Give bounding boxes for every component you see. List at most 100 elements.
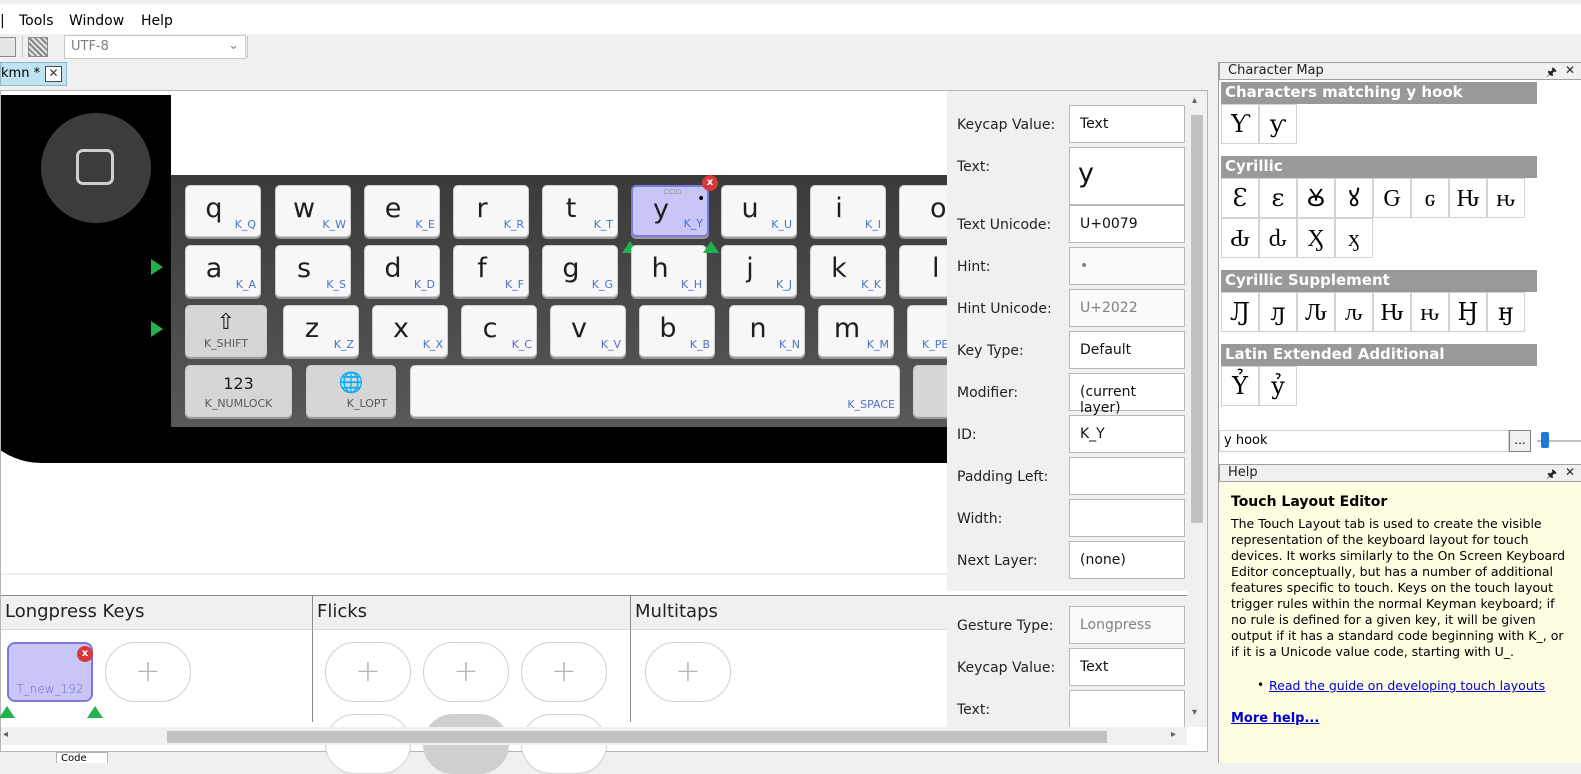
key-x[interactable]: x K_X: [372, 305, 448, 357]
key-k[interactable]: k K_K: [810, 245, 886, 297]
charmap-cell[interactable]: ӈ: [1487, 292, 1525, 332]
key-u[interactable]: u K_U: [721, 185, 797, 237]
charmap-cell[interactable]: Ԋ: [1449, 178, 1487, 218]
key-shift[interactable]: ⇧ K_SHIFT: [185, 305, 267, 357]
add-flick-button[interactable]: +: [423, 642, 509, 702]
charmap-cell[interactable]: Ԉ: [1297, 292, 1335, 332]
slider-knob[interactable]: [1541, 432, 1549, 448]
close-icon[interactable]: ✕: [45, 66, 62, 82]
charmap-cell[interactable]: Ԑ: [1221, 178, 1259, 218]
charmap-cell[interactable]: ӽ: [1335, 218, 1373, 258]
charmap-cell[interactable]: Ӽ: [1297, 218, 1335, 258]
charmap-cell[interactable]: Ƴ: [1221, 104, 1259, 144]
scroll-right-icon[interactable]: ▸: [1171, 729, 1176, 740]
pin-icon[interactable]: 🖈: [1546, 465, 1557, 486]
properties-vscrollbar[interactable]: ▴ ▾: [1187, 91, 1207, 727]
gesture-type-input[interactable]: Longpress: [1069, 606, 1185, 644]
id-input[interactable]: K_Y: [1069, 415, 1185, 453]
key-f[interactable]: f K_F: [453, 245, 529, 297]
charmap-cell[interactable]: Ỷ: [1221, 366, 1259, 406]
key-c[interactable]: c K_C: [461, 305, 537, 357]
charmap-cell[interactable]: Ԋ: [1373, 292, 1411, 332]
key-h[interactable]: h K_H: [631, 245, 707, 297]
add-key-icon[interactable]: [703, 241, 719, 253]
key-t[interactable]: t K_T: [542, 185, 618, 237]
key-numlock[interactable]: 123 K_NUMLOCK: [185, 365, 292, 417]
key-r[interactable]: r K_R: [453, 185, 529, 237]
key-l[interactable]: l: [899, 245, 947, 297]
delete-key-icon[interactable]: x: [702, 175, 718, 191]
pin-icon[interactable]: 🖈: [1546, 63, 1557, 84]
charmap-browse-button[interactable]: ...: [1509, 430, 1531, 452]
key-i[interactable]: i K_I: [810, 185, 886, 237]
charmap-cell[interactable]: ƴ: [1259, 104, 1297, 144]
charmap-cell[interactable]: ԓ: [1259, 292, 1297, 332]
window-icon[interactable]: [0, 37, 16, 57]
key-n[interactable]: n K_N: [729, 305, 805, 357]
editor-hscrollbar[interactable]: ◂ ▸: [1, 727, 1187, 745]
add-row-icon[interactable]: [151, 259, 163, 275]
canvas-hscrollbar[interactable]: ◂ ▸: [1, 573, 947, 575]
key-period[interactable]: K_PE: [907, 305, 947, 357]
key-z[interactable]: z K_Z: [283, 305, 359, 357]
width-input[interactable]: [1069, 499, 1185, 537]
hint-input[interactable]: •: [1069, 247, 1185, 285]
add-flick-button[interactable]: +: [521, 642, 607, 702]
charmap-cell[interactable]: Ԍ: [1373, 178, 1411, 218]
file-tab[interactable]: kmn * ✕: [0, 62, 67, 86]
scroll-down-icon[interactable]: ▾: [1192, 707, 1197, 718]
close-icon[interactable]: ✕: [1565, 465, 1575, 479]
menu-item-tools[interactable]: Tools: [19, 13, 54, 29]
charmap-cell[interactable]: ỷ: [1259, 366, 1297, 406]
add-key-icon[interactable]: [87, 706, 103, 718]
text-unicode-input[interactable]: U+0079: [1069, 205, 1185, 243]
key-a[interactable]: a K_A: [185, 245, 261, 297]
charmap-cell[interactable]: ԍ: [1411, 178, 1449, 218]
modifier-select[interactable]: (current layer): [1069, 373, 1185, 416]
key-v[interactable]: v K_V: [550, 305, 626, 357]
key-lopt[interactable]: 🌐 K_LOPT: [306, 365, 396, 417]
add-flick-button[interactable]: +: [325, 642, 411, 702]
key-y-selected[interactable]: ▫▫▫ y K_Y •: [631, 185, 709, 237]
add-longpress-button[interactable]: +: [105, 642, 191, 702]
charmap-cell[interactable]: Ӈ: [1449, 292, 1487, 332]
key-j[interactable]: j K_J: [721, 245, 797, 297]
key-d[interactable]: d K_D: [364, 245, 440, 297]
charmap-cell[interactable]: Ԃ: [1221, 218, 1259, 258]
scroll-thumb[interactable]: [167, 731, 1107, 743]
charmap-cell[interactable]: ԋ: [1411, 292, 1449, 332]
add-multitap-button[interactable]: +: [645, 642, 731, 702]
key-type-select[interactable]: Default: [1069, 331, 1185, 369]
add-key-icon[interactable]: [0, 706, 15, 718]
key-g[interactable]: g K_G: [542, 245, 618, 297]
gesture-keycap-select[interactable]: Text: [1069, 648, 1185, 686]
hint-unicode-input[interactable]: U+2022: [1069, 289, 1185, 327]
key-e[interactable]: e K_E: [364, 185, 440, 237]
key-b[interactable]: b K_B: [639, 305, 715, 357]
charmap-search-input[interactable]: y hook: [1219, 430, 1509, 452]
key-w[interactable]: w K_W: [275, 185, 351, 237]
add-row-icon[interactable]: [151, 321, 163, 337]
more-help-link[interactable]: More help...: [1231, 711, 1319, 726]
charmap-zoom-slider[interactable]: [1537, 430, 1581, 452]
key-m[interactable]: m K_M: [818, 305, 894, 357]
encoding-select[interactable]: UTF-8 ⌄: [64, 35, 246, 59]
charmap-cell[interactable]: Ꙋ: [1297, 178, 1335, 218]
key-s[interactable]: s K_S: [275, 245, 351, 297]
gesture-text-input[interactable]: [1069, 690, 1185, 727]
close-icon[interactable]: ✕: [1565, 63, 1575, 77]
menu-item-window[interactable]: Window: [69, 13, 124, 29]
charmap-cell[interactable]: ԑ: [1259, 178, 1297, 218]
scroll-left-icon[interactable]: ◂: [3, 729, 8, 740]
padding-left-input[interactable]: [1069, 457, 1185, 495]
menu-item-partial[interactable]: |: [0, 13, 5, 29]
key-o[interactable]: o: [899, 185, 947, 237]
charmap-cell[interactable]: Ԓ: [1221, 292, 1259, 332]
touch-layout-guide-link[interactable]: Read the guide on developing touch layou…: [1269, 678, 1545, 693]
charmap-cell[interactable]: ԋ: [1487, 178, 1525, 218]
key-enter[interactable]: [913, 365, 947, 417]
scroll-thumb[interactable]: [1191, 115, 1203, 523]
scroll-left-icon[interactable]: ◂: [3, 574, 8, 575]
next-layer-select[interactable]: (none): [1069, 541, 1185, 579]
delete-longpress-icon[interactable]: x: [77, 646, 93, 662]
